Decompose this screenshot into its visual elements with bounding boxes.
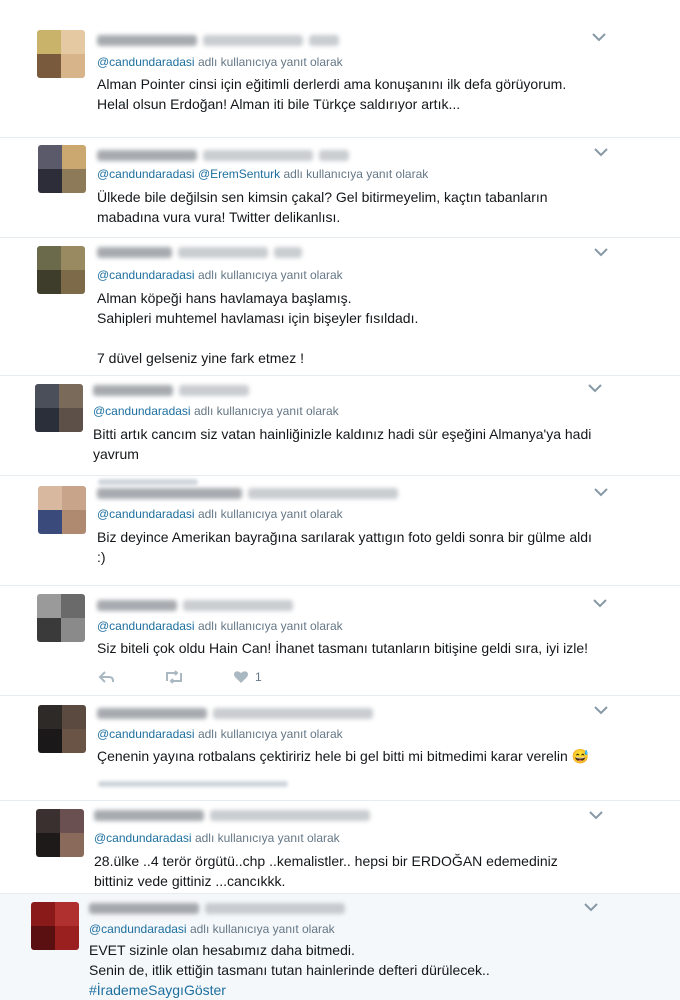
blurred-author (97, 148, 349, 162)
mention-link[interactable]: @candundaradasi (97, 727, 195, 741)
hashtag-link[interactable]: #İrademeSaygıGöster (89, 982, 226, 998)
tweet[interactable]: @candundaradasi adlı kullanıcıya yanıt o… (0, 376, 680, 475)
tweet[interactable]: @candundaradasi adlı kullanıcıya yanıt o… (0, 696, 680, 800)
mention-link[interactable]: @EremSenturk (198, 167, 280, 181)
like-button[interactable]: 1 (233, 670, 262, 684)
blurred-author (94, 808, 370, 822)
reply-context: @candundaradasi adlı kullanıcıya yanıt o… (97, 268, 343, 282)
blurred-actions-remnant (98, 479, 198, 485)
reply-context: @candundaradasi adlı kullanıcıya yanıt o… (94, 831, 340, 845)
tweet[interactable]: @candundaradasi adlı kullanıcıya yanıt o… (0, 238, 680, 375)
chevron-down-icon[interactable] (592, 597, 608, 609)
tweet-text: Bitti artık cancım siz vatan hainliğiniz… (93, 426, 592, 462)
blurred-author (89, 901, 345, 915)
tweet-text: Siz biteli çok oldu Hain Can! İhanet tas… (97, 640, 589, 656)
heart-icon (234, 671, 248, 683)
tweet-text: Biz deyince Amerikan bayrağına sarılarak… (97, 529, 592, 565)
tweet-text: 28.ülke ..4 terör örgütü..chp ..kemalist… (94, 853, 558, 889)
avatar[interactable] (37, 594, 85, 642)
retweet-icon (166, 670, 182, 684)
reply-context: @candundaradasi adlı kullanıcıya yanıt o… (97, 619, 343, 633)
tweet-actions: 1 (98, 670, 310, 684)
tweet[interactable]: @candundaradasi adlı kullanıcıya yanıt o… (0, 586, 680, 695)
tweet-text: Alman köpeği hans havlamaya başlamış. Sa… (97, 290, 419, 366)
avatar[interactable] (38, 145, 86, 193)
blurred-author (97, 706, 373, 720)
tweet[interactable]: @candundaradasi adlı kullanıcıya yanıt o… (0, 801, 680, 893)
avatar[interactable] (38, 486, 86, 534)
mention-link[interactable]: @candundaradasi (97, 268, 195, 282)
avatar[interactable] (37, 246, 85, 294)
blurred-author (97, 598, 293, 612)
blurred-author (97, 33, 339, 47)
reply-context: @candundaradasi adlı kullanıcıya yanıt o… (93, 404, 339, 418)
chevron-down-icon[interactable] (593, 704, 609, 716)
mention-link[interactable]: @candundaradasi (97, 507, 195, 521)
avatar[interactable] (38, 705, 86, 753)
tweet[interactable]: @candundaradasi adlı kullanıcıya yanıt o… (0, 476, 680, 585)
mention-link[interactable]: @candundaradasi (97, 619, 195, 633)
tweet-highlighted[interactable]: @candundaradasi adlı kullanıcıya yanıt o… (0, 894, 680, 1000)
chevron-down-icon[interactable] (591, 31, 607, 43)
chevron-down-icon[interactable] (593, 246, 609, 258)
mention-link[interactable]: @candundaradasi (93, 404, 191, 418)
reply-context: @candundaradasi adlı kullanıcıya yanıt o… (89, 922, 335, 936)
chevron-down-icon[interactable] (583, 901, 599, 913)
tweet-text: EVET sizinle olan hesabımız daha bitmedi… (89, 942, 490, 998)
mention-link[interactable]: @candundaradasi (97, 167, 195, 181)
reply-context: @candundaradasi @EremSenturk adlı kullan… (97, 167, 429, 181)
like-count: 1 (255, 670, 262, 684)
tweet[interactable]: @candundaradasi adlı kullanıcıya yanıt o… (0, 0, 680, 137)
mention-link[interactable]: @candundaradasi (89, 922, 187, 936)
tweet[interactable]: @candundaradasi @EremSenturk adlı kullan… (0, 138, 680, 237)
chevron-down-icon[interactable] (593, 486, 609, 498)
avatar[interactable] (35, 384, 83, 432)
reply-icon (98, 671, 114, 683)
avatar[interactable] (37, 30, 85, 78)
blurred-actions-remnant (98, 781, 288, 787)
chevron-down-icon[interactable] (587, 382, 603, 394)
reply-context: @candundaradasi adlı kullanıcıya yanıt o… (97, 727, 343, 741)
reply-context: @candundaradasi adlı kullanıcıya yanıt o… (97, 507, 343, 521)
reply-button[interactable] (98, 670, 115, 684)
blurred-author (97, 486, 398, 500)
avatar[interactable] (36, 809, 84, 857)
mention-link[interactable]: @candundaradasi (94, 831, 192, 845)
reply-context: @candundaradasi adlı kullanıcıya yanıt o… (97, 55, 343, 69)
tweet-text: Alman Pointer cinsi için eğitimli derler… (97, 76, 567, 112)
retweet-button[interactable] (163, 670, 185, 684)
avatar[interactable] (31, 902, 79, 950)
chevron-down-icon[interactable] (593, 146, 609, 158)
blurred-author (93, 383, 249, 397)
chevron-down-icon[interactable] (588, 809, 604, 821)
tweet-text: Çenenin yayına rotbalans çektiririz hele… (97, 748, 590, 764)
mention-link[interactable]: @candundaradasi (97, 55, 195, 69)
blurred-author (97, 245, 302, 259)
tweet-text: Ülkede bile değilsin sen kimsin çakal? G… (97, 189, 548, 225)
